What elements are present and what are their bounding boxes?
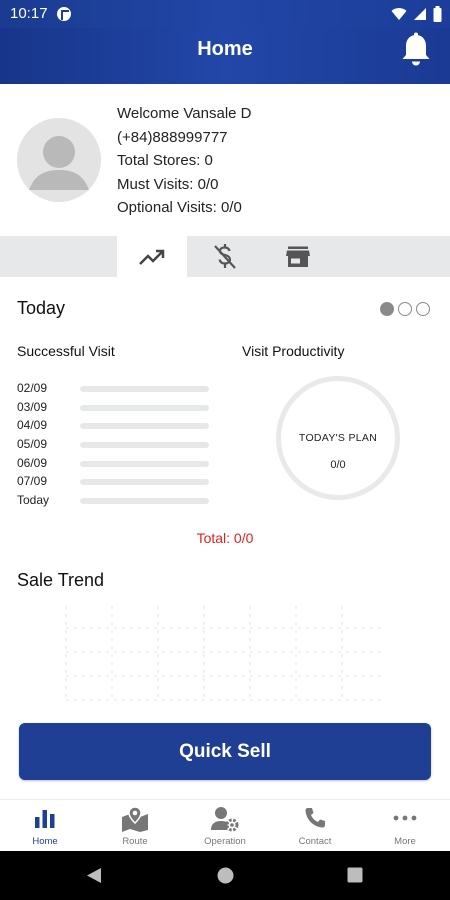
home-circle-icon[interactable] (217, 867, 234, 884)
page-indicator[interactable] (380, 302, 430, 316)
todays-plan-value: 0/0 (330, 459, 346, 471)
visit-bar (80, 442, 209, 448)
visit-row: 06/09 (17, 456, 217, 475)
today-title: Today (17, 298, 66, 318)
visit-date: 04/09 (17, 418, 48, 432)
phone-text: (+84)888999777 (117, 128, 228, 146)
nav-home[interactable]: Home (0, 800, 90, 852)
notification-bell-icon[interactable] (400, 32, 432, 68)
visit-row: 05/09 (17, 437, 217, 456)
back-icon[interactable] (86, 867, 102, 884)
visit-date: 02/09 (17, 381, 48, 395)
visit-bar (80, 498, 209, 504)
welcome-text: Welcome Vansale D (117, 105, 252, 122)
status-bar: 10:17 (0, 0, 450, 28)
user-avatar-icon (17, 118, 101, 202)
profile-card: Welcome Vansale D (+84)888999777 Total S… (0, 84, 450, 236)
store-icon (286, 246, 310, 267)
page-dot-1[interactable] (380, 302, 394, 316)
visit-row: 07/09 (17, 474, 217, 493)
visit-row: 03/09 (17, 400, 217, 419)
visit-date: Today (17, 493, 50, 507)
tab-stores[interactable] (263, 236, 333, 277)
visit-date: 06/09 (17, 456, 48, 470)
total-visits: Total: 0/0 (196, 530, 254, 546)
successful-visit-label: Successful Visit (17, 343, 115, 359)
recents-square-icon[interactable] (347, 867, 363, 883)
quick-sell-button[interactable]: Quick Sell (19, 723, 431, 780)
visit-bar (80, 386, 209, 392)
nav-operation-label: Operation (204, 836, 246, 847)
status-time: 10:17 (10, 5, 48, 22)
signal-icon (414, 8, 426, 20)
nav-contact-label: Contact (298, 836, 332, 847)
visit-date: 03/09 (17, 400, 48, 414)
visit-row: 02/09 (17, 381, 217, 400)
visit-bar (80, 405, 209, 411)
app-notification-icon (57, 7, 71, 21)
visit-bar (80, 479, 209, 485)
more-dots-icon (393, 815, 417, 821)
visit-row: Today (17, 493, 217, 512)
tab-sales[interactable] (190, 236, 260, 277)
must-visits-text: Must Visits: 0/0 (117, 175, 219, 193)
todays-plan-label: TODAY'S PLAN (298, 432, 378, 444)
total-stores-text: Total Stores: 0 (117, 152, 213, 169)
nav-more-label: More (394, 836, 416, 847)
page-dot-2[interactable] (398, 302, 412, 316)
trending-up-icon (139, 249, 165, 265)
sale-trend-grid (65, 606, 386, 701)
nav-contact[interactable]: Contact (270, 800, 360, 852)
system-navigation-bar (0, 851, 450, 900)
nav-operation[interactable]: Operation (180, 800, 270, 852)
dashboard-tabs (0, 236, 450, 277)
page-title: Home (197, 38, 253, 60)
visit-date: 07/09 (17, 474, 48, 488)
nav-route[interactable]: Route (90, 800, 180, 852)
money-off-icon (214, 243, 236, 269)
map-pin-icon (122, 806, 148, 832)
nav-more[interactable]: More (360, 800, 450, 852)
nav-home-label: Home (32, 836, 58, 847)
battery-icon (433, 6, 442, 22)
page-dot-3[interactable] (416, 302, 430, 316)
optional-visits-text: Optional Visits: 0/0 (117, 199, 242, 216)
visit-bar (80, 461, 209, 467)
profile-info: Welcome Vansale D (+84)888999777 Total S… (117, 102, 252, 220)
nav-route-label: Route (122, 836, 148, 847)
visit-date: 05/09 (17, 437, 48, 451)
bottom-navigation: Home Route Operation Contact More (0, 799, 450, 851)
phone-icon (305, 808, 325, 828)
productivity-ring: TODAY'S PLAN 0/0 (276, 376, 400, 500)
status-icons (391, 5, 442, 23)
visit-row: 04/09 (17, 418, 217, 437)
avatar (17, 118, 101, 202)
chart-bar-icon (35, 810, 55, 828)
visit-bar (80, 423, 209, 429)
tab-visits[interactable] (117, 236, 187, 277)
user-gear-icon (211, 807, 239, 832)
wifi-icon (391, 8, 407, 20)
sale-trend-title: Sale Trend (17, 570, 105, 590)
app-header: Home (0, 28, 450, 84)
visit-productivity-label: Visit Productivity (242, 343, 345, 359)
